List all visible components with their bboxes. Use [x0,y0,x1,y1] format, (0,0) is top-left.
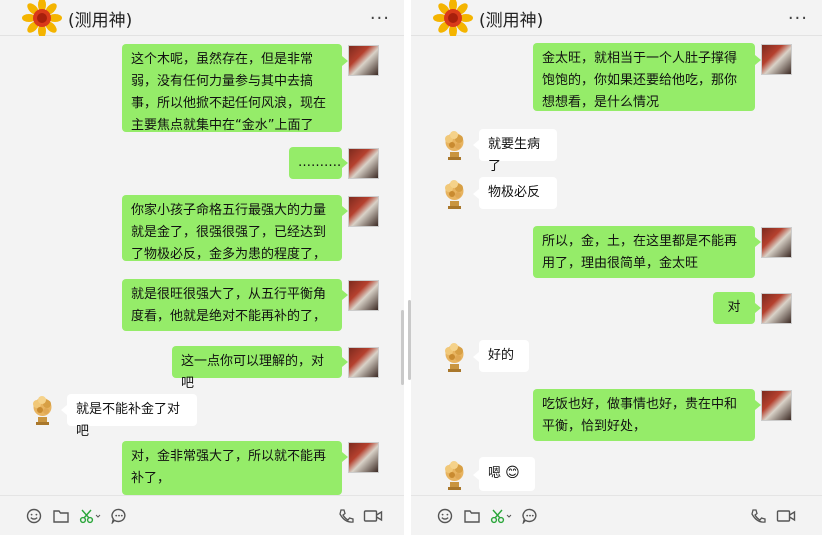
chat-history-icon[interactable] [110,508,128,525]
video-call-icon[interactable] [776,508,796,524]
my-avatar[interactable] [348,196,379,227]
sunflower-avatar[interactable] [22,0,62,36]
message-bubble-outgoing[interactable]: 金太旺，就相当于一个人肚子撑得饱饱的，你如果还要给他吃，那你想想看，是什么情况 [533,43,755,111]
smile-emoji-icon: 😊 [505,465,520,481]
message-bubble-incoming[interactable]: 嗯 😊 [479,457,535,491]
message-bubble-incoming[interactable]: 物极必反 [479,177,557,209]
folder-icon[interactable] [463,508,481,524]
my-avatar[interactable] [761,44,792,75]
video-call-icon[interactable] [363,508,383,524]
message-bubble-outgoing[interactable]: 就是很旺很强大了，从五行平衡角度看，他就是绝对不能再补的了， [122,279,342,331]
chat-header: (测用神) ··· [0,0,404,36]
input-toolbar [0,495,404,535]
my-avatar[interactable] [348,148,379,179]
my-avatar[interactable] [348,347,379,378]
my-avatar[interactable] [348,280,379,311]
window-divider [404,0,411,535]
my-avatar[interactable] [761,293,792,324]
scrollbar-left[interactable] [401,310,404,385]
message-text: 嗯 [488,466,502,481]
message-bubble-incoming[interactable]: 就是不能补金了对吧 [67,394,197,439]
emoji-icon[interactable] [436,508,454,524]
chat-window-left: (测用神) ··· 这个木呢，虽然存在，但是非常弱，没有任何力量参与其中去搞事，… [0,0,404,535]
message-bubble-outgoing[interactable]: ………. [289,147,342,179]
chat-header: (测用神) ··· [411,0,822,36]
my-avatar[interactable] [761,227,792,258]
scissors-icon[interactable] [79,508,101,524]
message-bubble-outgoing[interactable]: 吃饭也好，做事情也好，贵在中和平衡，恰到好处， [533,389,755,441]
contact-avatar[interactable] [439,178,470,209]
message-bubble-outgoing[interactable]: 这一点你可以理解的，对吧 [172,346,342,391]
contact-avatar[interactable] [439,459,470,490]
folder-icon[interactable] [52,508,70,524]
my-avatar[interactable] [348,442,379,473]
contact-avatar[interactable] [439,129,470,160]
input-toolbar [411,495,822,535]
voice-call-icon[interactable] [749,508,767,524]
more-options-icon[interactable]: ··· [788,8,808,29]
chat-title: (测用神) [68,11,133,31]
message-bubble-outgoing[interactable]: 对，金非常强大了，所以就不能再补了， [122,441,342,495]
sunflower-avatar[interactable] [433,0,473,36]
contact-avatar[interactable] [27,394,58,425]
more-options-icon[interactable]: ··· [370,8,390,29]
chat-window-right: (测用神) ··· 金太旺，就相当于一个人肚子撑得饱饱的，你如果还要给他吃，那你… [411,0,822,535]
contact-avatar[interactable] [439,341,470,372]
message-bubble-outgoing[interactable]: 对 [713,292,755,324]
emoji-icon[interactable] [25,508,43,524]
chat-history-icon[interactable] [521,508,539,525]
message-bubble-outgoing[interactable]: 这个木呢，虽然存在，但是非常弱，没有任何力量参与其中去搞事，所以他掀不起任何风浪… [122,44,342,133]
message-bubble-outgoing[interactable]: 所以，金，土，在这里都是不能再用了，理由很简单，金太旺 [533,226,755,278]
voice-call-icon[interactable] [337,508,355,524]
my-avatar[interactable] [348,45,379,76]
message-bubble-outgoing[interactable]: 你家小孩子命格五行最强大的力量就是金了，很强很强了，已经达到了物极必反，金多为患… [122,195,342,262]
chat-title: (测用神) [479,11,544,31]
scissors-icon[interactable] [490,508,512,524]
message-bubble-incoming[interactable]: 好的 [479,340,529,372]
my-avatar[interactable] [761,390,792,421]
message-bubble-incoming[interactable]: 就要生病了 [479,129,557,174]
